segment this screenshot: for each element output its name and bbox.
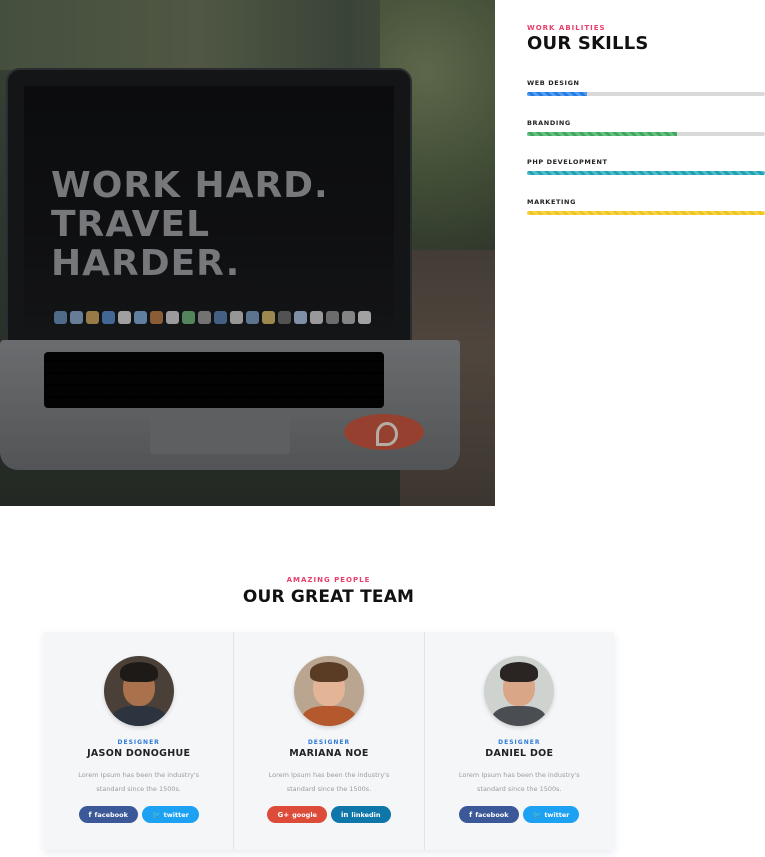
- social-label: linkedin: [351, 810, 381, 819]
- skill-progress-track: [527, 211, 765, 215]
- social-label: google: [292, 810, 317, 819]
- avatar: [293, 656, 364, 726]
- team-header: AMAZING PEOPLE OUR GREAT TEAM: [0, 576, 657, 607]
- member-name: MARIANA NOE: [289, 748, 369, 759]
- avatar: [484, 656, 555, 726]
- member-socials: f facebook 🐦 twitter: [425, 806, 614, 823]
- skill-label: BRANDING: [527, 119, 571, 127]
- linkedin-icon: in: [340, 810, 349, 819]
- twitter-button[interactable]: 🐦 twitter: [522, 806, 580, 823]
- skills-eyebrow: WORK ABILITIES: [527, 24, 606, 32]
- skill-progress-track: [527, 92, 765, 96]
- skill-progress-track: [527, 171, 765, 175]
- facebook-icon: f: [88, 810, 92, 819]
- team-member-card: DESIGNER MARIANA NOE Lorem Ipsum has bee…: [234, 632, 425, 850]
- twitter-icon: 🐦: [532, 810, 542, 819]
- twitter-button[interactable]: 🐦 twitter: [141, 806, 199, 823]
- skill-progress-fill: [527, 132, 677, 136]
- skill-branding: BRANDING: [527, 119, 765, 136]
- skill-progress-fill: [527, 92, 587, 96]
- hero-overlay: [0, 0, 495, 506]
- member-socials: G+ google in linkedin: [234, 806, 423, 823]
- skill-label: MARKETING: [527, 198, 577, 206]
- google-button[interactable]: G+ google: [267, 806, 327, 823]
- skill-label: PHP DEVELOPMENT: [527, 158, 608, 166]
- skill-label: WEB DESIGN: [527, 79, 580, 87]
- facebook-button[interactable]: f facebook: [459, 806, 519, 823]
- member-role: DESIGNER: [117, 739, 160, 746]
- member-name: JASON DONOGHUE: [87, 748, 191, 759]
- member-socials: f facebook 🐦 twitter: [44, 806, 233, 823]
- skill-web-design: WEB DESIGN: [527, 79, 765, 96]
- social-label: facebook: [94, 810, 128, 819]
- skill-php-development: PHP DEVELOPMENT: [527, 158, 765, 175]
- google-plus-icon: G+: [277, 810, 290, 819]
- skill-progress-fill: [527, 211, 765, 215]
- skill-progress-fill: [527, 171, 765, 175]
- skills-section: WORK ABILITIES OUR SKILLS WEB DESIGN BRA…: [527, 24, 765, 215]
- member-bio: Lorem Ipsum has been the industry's stan…: [268, 771, 390, 793]
- linkedin-button[interactable]: in linkedin: [330, 806, 391, 823]
- member-bio: Lorem Ipsum has been the industry's stan…: [78, 771, 200, 793]
- hero-laptop-image: WORK HARD. TRAVEL HARDER.: [0, 0, 495, 506]
- team-member-card: DESIGNER DANIEL DOE Lorem Ipsum has been…: [425, 632, 614, 850]
- avatar: [103, 656, 174, 726]
- facebook-button[interactable]: f facebook: [78, 806, 138, 823]
- team-cards: DESIGNER JASON DONOGHUE Lorem Ipsum has …: [44, 632, 614, 850]
- social-label: facebook: [475, 810, 509, 819]
- skill-progress-track: [527, 132, 765, 136]
- skill-marketing: MARKETING: [527, 198, 765, 215]
- skills-title: OUR SKILLS: [527, 33, 649, 54]
- team-eyebrow: AMAZING PEOPLE: [286, 576, 371, 584]
- team-title: OUR GREAT TEAM: [242, 587, 415, 607]
- team-member-card: DESIGNER JASON DONOGHUE Lorem Ipsum has …: [44, 632, 235, 850]
- twitter-icon: 🐦: [151, 810, 161, 819]
- member-name: DANIEL DOE: [485, 748, 554, 759]
- social-label: twitter: [544, 810, 570, 819]
- member-bio: Lorem Ipsum has been the industry's stan…: [458, 771, 580, 793]
- member-role: DESIGNER: [307, 739, 351, 746]
- facebook-icon: f: [469, 810, 473, 819]
- social-label: twitter: [163, 810, 189, 819]
- member-role: DESIGNER: [498, 739, 541, 746]
